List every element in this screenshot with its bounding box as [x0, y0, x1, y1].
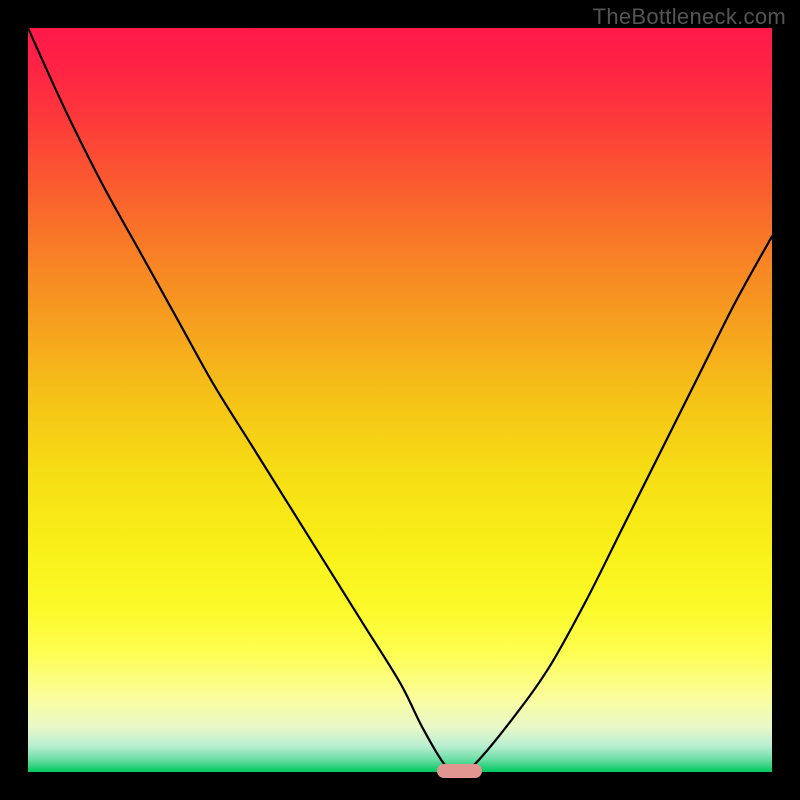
plot-svg — [28, 28, 772, 772]
gradient-rect — [28, 28, 772, 772]
watermark-text: TheBottleneck.com — [593, 4, 786, 30]
plot-area — [28, 28, 772, 772]
chart-frame: TheBottleneck.com — [0, 0, 800, 800]
optimum-marker — [437, 764, 482, 778]
